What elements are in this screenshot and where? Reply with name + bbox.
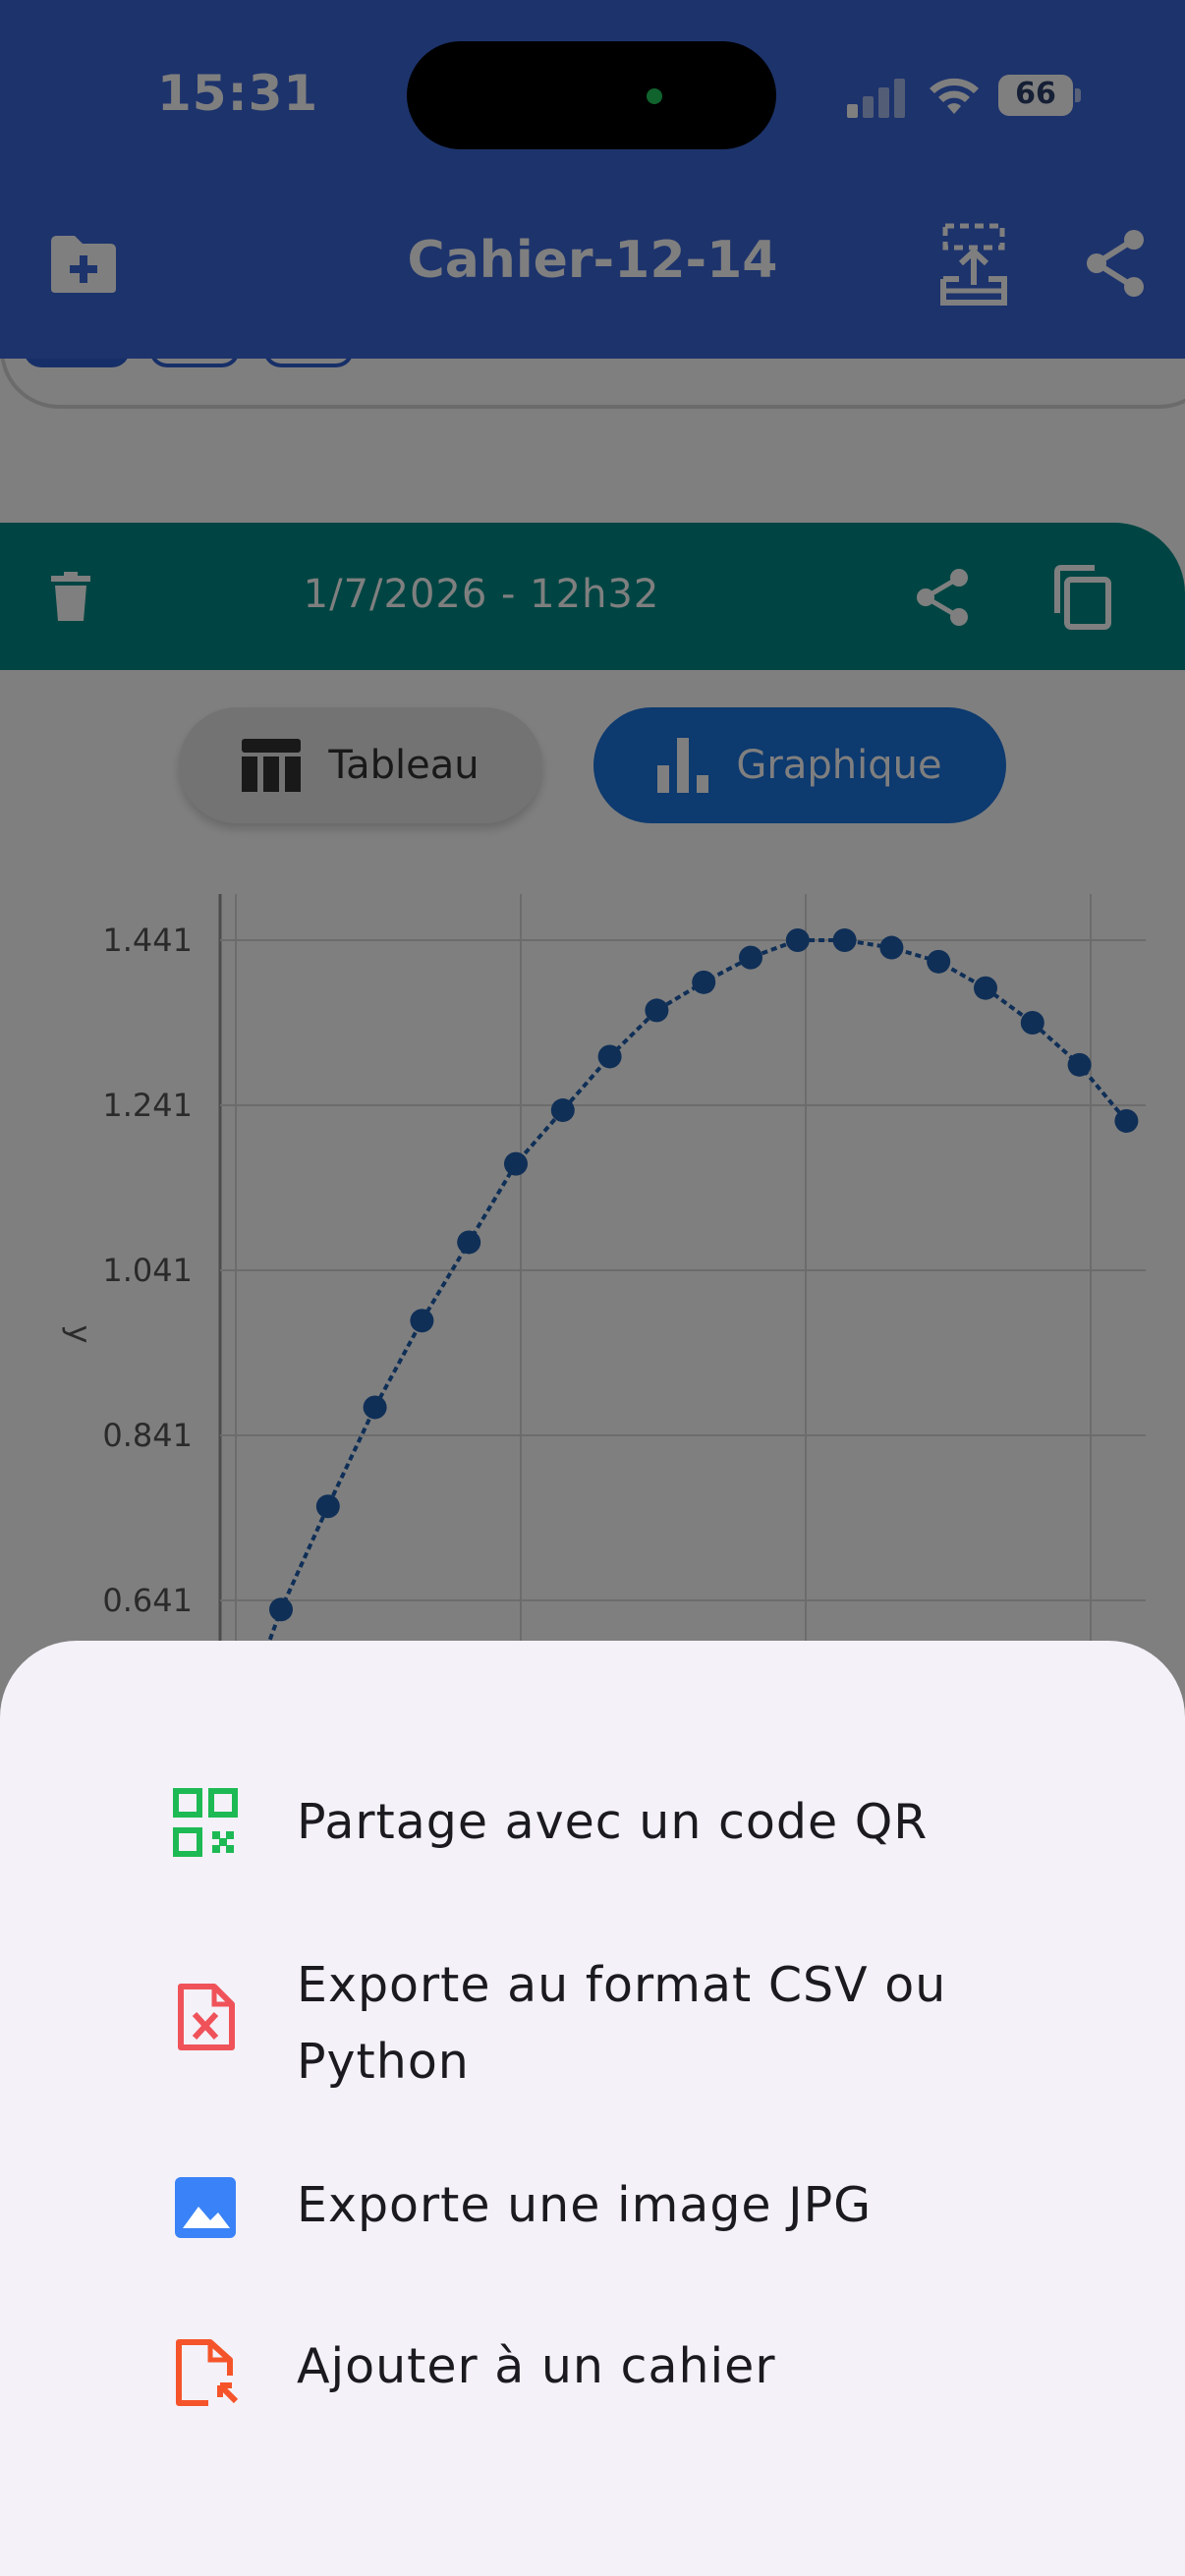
export-jpg-option[interactable]: Exporte une image JPG	[0, 2161, 1185, 2299]
add-to-notebook-label: Ajouter à un cahier	[297, 2338, 776, 2394]
add-to-notebook-icon	[176, 2339, 238, 2406]
image-icon	[175, 2177, 236, 2238]
share-qr-label: Partage avec un code QR	[297, 1794, 929, 1850]
csv-file-icon	[178, 1984, 235, 2050]
export-jpg-label: Exporte une image JPG	[297, 2177, 873, 2233]
export-csv-option[interactable]: Exporte au format CSV ou Python	[0, 1947, 1185, 2104]
share-qr-option[interactable]: Partage avec un code QR	[0, 1788, 1185, 1926]
qr-code-icon	[173, 1788, 238, 1857]
export-csv-label: Exporte au format CSV ou Python	[297, 1957, 947, 2090]
share-bottom-sheet: Partage avec un code QR Exporte au forma…	[0, 1641, 1185, 2576]
add-to-notebook-option[interactable]: Ajouter à un cahier	[0, 2328, 1185, 2466]
